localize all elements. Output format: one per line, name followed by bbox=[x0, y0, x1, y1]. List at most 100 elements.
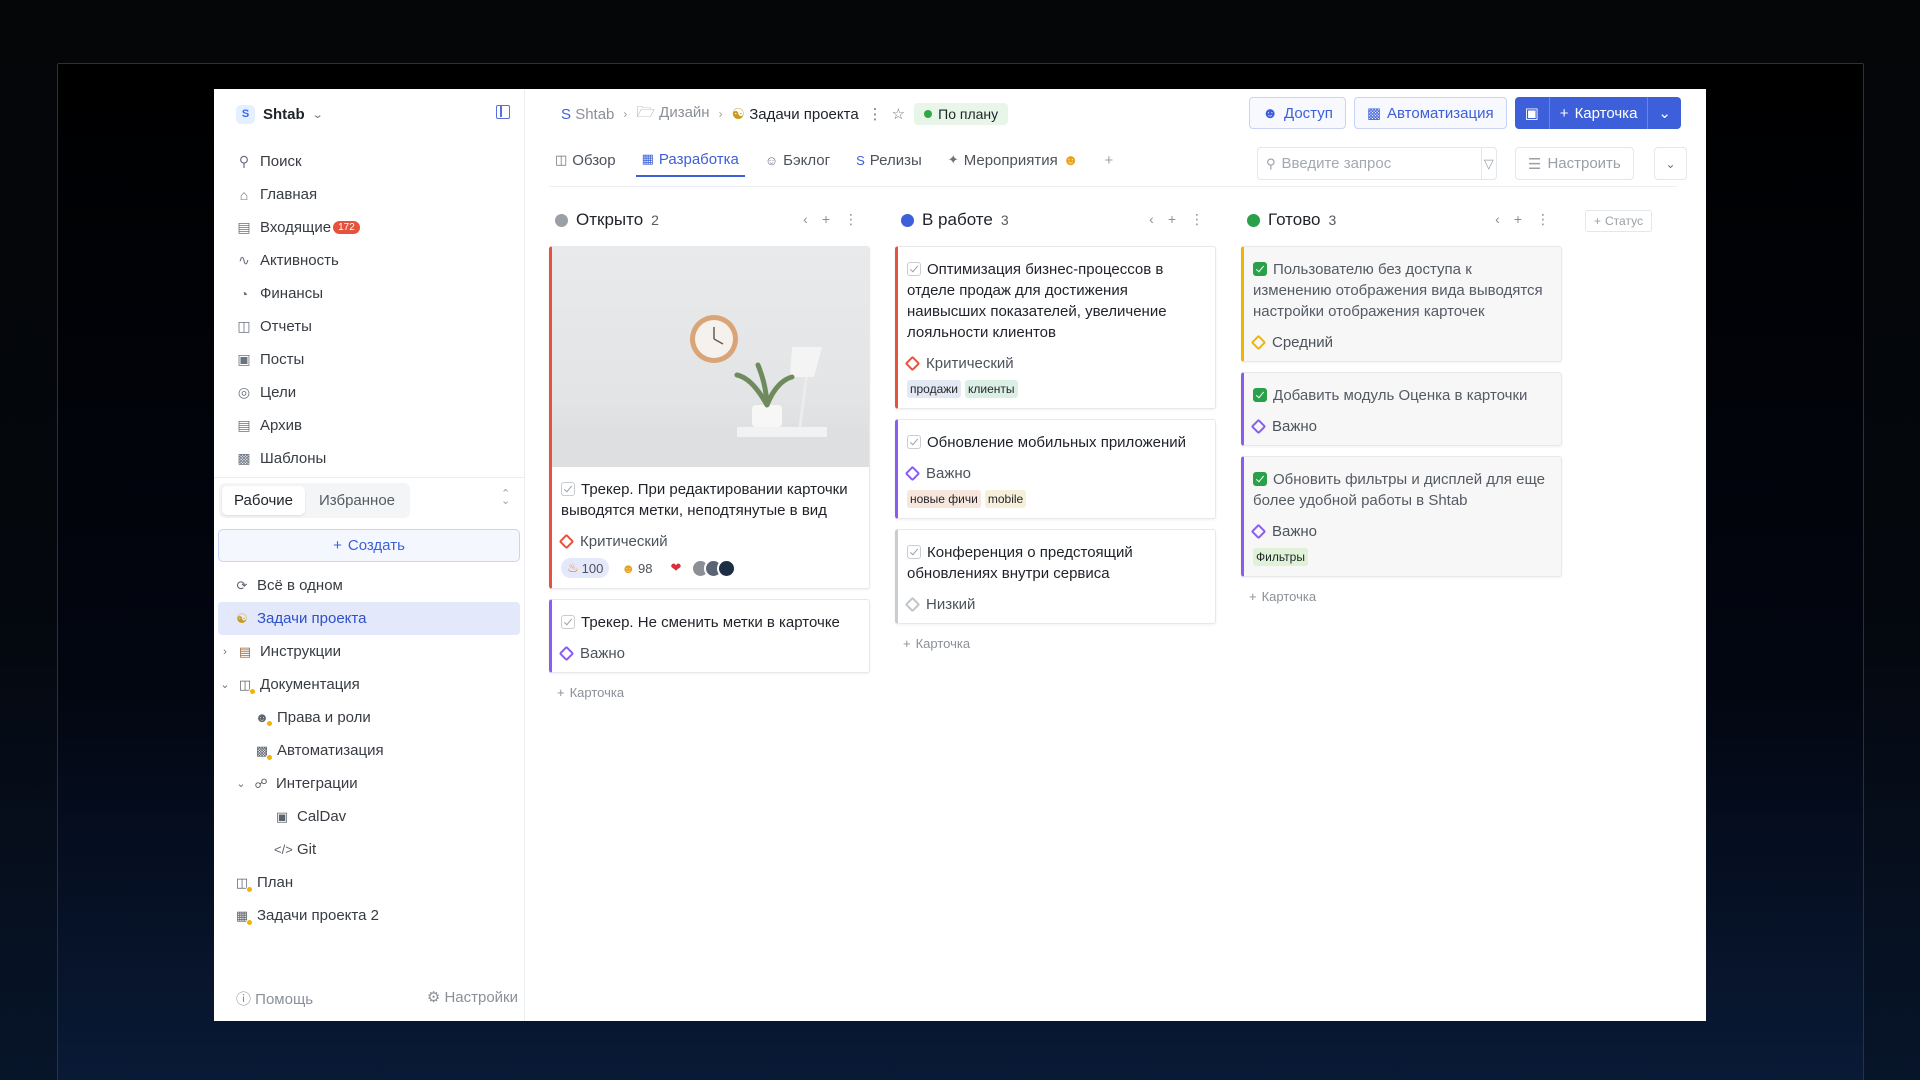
tree-item-documentation[interactable]: ⌄ ◫ Документация bbox=[218, 668, 520, 701]
tree-item-caldav[interactable]: ▣ CalDav bbox=[218, 800, 520, 833]
tree-item-all-in-one[interactable]: ⟳ Всё в одном bbox=[218, 569, 520, 602]
card[interactable]: Трекер. Не сменить метки в карточке Важн… bbox=[549, 599, 870, 673]
checkbox-icon[interactable] bbox=[907, 435, 921, 449]
status-badge[interactable]: По плану bbox=[914, 103, 1009, 125]
tree-item-automation[interactable]: ▩ Автоматизация bbox=[218, 734, 520, 767]
checkbox-checked-icon[interactable] bbox=[1253, 388, 1267, 402]
chevron-left-icon[interactable]: ‹ bbox=[1495, 211, 1500, 228]
card[interactable]: Добавить модуль Оценка в карточки Важно bbox=[1241, 372, 1562, 446]
chevron-left-icon[interactable]: ‹ bbox=[803, 211, 808, 228]
automation-button[interactable]: ▩ Автоматизация bbox=[1353, 97, 1507, 129]
nav-activity[interactable]: ∿ Активность bbox=[228, 244, 512, 277]
assignees[interactable] bbox=[691, 558, 737, 578]
tag[interactable]: mobile bbox=[984, 490, 1027, 508]
checkbox-checked-icon[interactable] bbox=[1253, 472, 1267, 486]
chevron-left-icon[interactable]: ‹ bbox=[1149, 211, 1154, 228]
card[interactable]: Пользователю без доступа к изменению ото… bbox=[1241, 246, 1562, 362]
nav-archive[interactable]: ▤ Архив bbox=[228, 409, 512, 442]
view-tabs: ◫ Обзор ▦ Разработка ☺ Бэклог S Релизы ✦ Меро… bbox=[549, 143, 1119, 177]
more-vertical-icon[interactable]: ⋮ bbox=[868, 105, 883, 123]
collapse-all-icon[interactable]: ⌃ ⌄ bbox=[501, 489, 510, 507]
crumb-design[interactable]: 🗁 Дизайн bbox=[636, 102, 709, 127]
star-icon[interactable]: ☆ bbox=[892, 105, 905, 123]
nav-templates[interactable]: ▩ Шаблоны bbox=[228, 442, 512, 475]
column-status-dot bbox=[555, 213, 568, 227]
nav-label: Цели bbox=[260, 384, 297, 401]
chevron-right-icon[interactable]: › bbox=[220, 646, 230, 658]
tab-development[interactable]: ▦ Разработка bbox=[635, 143, 745, 177]
tag[interactable]: новые фичи bbox=[907, 490, 981, 508]
add-card-button[interactable]: + Карточка bbox=[549, 685, 870, 700]
card-title-text: Трекер. При редактировании карточки выво… bbox=[561, 481, 848, 519]
checkbox-icon[interactable] bbox=[907, 262, 921, 276]
nav-posts[interactable]: ▣ Посты bbox=[228, 343, 512, 376]
tab-backlog[interactable]: ☺ Бэклог bbox=[759, 143, 836, 177]
card[interactable]: Трекер. При редактировании карточки выво… bbox=[549, 246, 870, 589]
tree-item-integrations[interactable]: ⌄ ☍ Интеграции bbox=[218, 767, 520, 800]
card[interactable]: Обновить фильтры и дисплей для еще более… bbox=[1241, 456, 1562, 577]
card-template-button[interactable]: ▣ bbox=[1515, 97, 1550, 129]
nav-home[interactable]: ⌂ Главная bbox=[228, 178, 512, 211]
checkbox-icon[interactable] bbox=[907, 545, 921, 559]
crumb-shtab[interactable]: S Shtab bbox=[561, 106, 614, 123]
nav-label: Архив bbox=[260, 417, 303, 434]
tag[interactable]: продажи bbox=[907, 380, 961, 398]
crumb-current[interactable]: ☯ Задачи проекта bbox=[732, 105, 859, 123]
add-status-button[interactable]: + Статус bbox=[1585, 210, 1652, 232]
plus-icon[interactable]: + bbox=[1168, 211, 1176, 228]
nav-finance[interactable]: ◔ Финансы bbox=[228, 277, 512, 310]
more-vertical-icon[interactable]: ⋮ bbox=[1190, 211, 1204, 228]
plus-icon[interactable]: + bbox=[822, 211, 830, 228]
tree-item-instructions[interactable]: › ▤ Инструкции bbox=[218, 635, 520, 668]
card-title-text: Обновить фильтры и дисплей для еще более… bbox=[1253, 471, 1545, 509]
card[interactable]: Оптимизация бизнес-процессов в отделе пр… bbox=[895, 246, 1216, 409]
nav-reports[interactable]: ◫ Отчеты bbox=[228, 310, 512, 343]
access-button[interactable]: ☻ Доступ bbox=[1249, 97, 1346, 129]
tree-item-plan[interactable]: ◫ План bbox=[218, 866, 520, 899]
checkbox-checked-icon[interactable] bbox=[1253, 262, 1267, 276]
sidebar-toggle-icon[interactable] bbox=[496, 105, 510, 119]
reaction-heart[interactable]: ❤ bbox=[665, 558, 688, 578]
add-card-button[interactable]: + Карточка bbox=[895, 636, 1216, 651]
tree-item-rights-roles[interactable]: ☻ Права и роли bbox=[218, 701, 520, 734]
tree-item-project-tasks[interactable]: ☯ Задачи проекта bbox=[218, 602, 520, 635]
plus-icon[interactable]: + bbox=[1514, 211, 1522, 228]
checkbox-icon[interactable] bbox=[561, 615, 575, 629]
new-card-dropdown[interactable]: ⌄ bbox=[1648, 97, 1681, 129]
nav-inbox[interactable]: ▤ Входящие 172 bbox=[228, 211, 512, 244]
tab-releases[interactable]: S Релизы bbox=[850, 143, 928, 177]
plus-icon: + bbox=[1594, 214, 1602, 228]
chevron-down-icon[interactable]: ⌄ bbox=[220, 678, 230, 691]
more-options-button[interactable]: ⌄ bbox=[1654, 147, 1687, 180]
configure-button[interactable]: ☰ Настроить bbox=[1515, 147, 1634, 180]
card[interactable]: Обновление мобильных приложений Важно но… bbox=[895, 419, 1216, 519]
filter-icon[interactable]: ▽ bbox=[1480, 148, 1496, 179]
workspace-switcher[interactable]: S Shtab ⌄ bbox=[236, 103, 323, 125]
board-icon: ▦ bbox=[641, 151, 654, 166]
tree-item-project-tasks-2[interactable]: ▦ Задачи проекта 2 bbox=[218, 899, 520, 932]
tab-working[interactable]: Рабочие bbox=[222, 486, 305, 515]
settings-link[interactable]: ⚙ Настройки bbox=[427, 988, 518, 1009]
card[interactable]: Конференция о предстоящий обновлениях вн… bbox=[895, 529, 1216, 624]
more-vertical-icon[interactable]: ⋮ bbox=[844, 211, 858, 228]
more-vertical-icon[interactable]: ⋮ bbox=[1536, 211, 1550, 228]
tab-events[interactable]: ✦ Мероприятия ☻ bbox=[942, 143, 1085, 177]
tab-overview[interactable]: ◫ Обзор bbox=[549, 143, 622, 177]
sidebar-footer: ⓘ Помощь ⚙ Настройки bbox=[236, 988, 518, 1009]
add-view-button[interactable]: + bbox=[1099, 143, 1120, 177]
chevron-down-icon[interactable]: ⌄ bbox=[236, 777, 246, 790]
add-card-button[interactable]: + Карточка bbox=[1241, 589, 1562, 604]
new-card-button[interactable]: + Карточка bbox=[1550, 97, 1649, 129]
tag[interactable]: клиенты bbox=[965, 380, 1018, 398]
nav-search[interactable]: ⚲ Поиск bbox=[228, 145, 512, 178]
checkbox-icon[interactable] bbox=[561, 482, 575, 496]
nav-goals[interactable]: ◎ Цели bbox=[228, 376, 512, 409]
create-button[interactable]: + Создать bbox=[218, 529, 520, 562]
tag[interactable]: Фильтры bbox=[1253, 548, 1308, 566]
search-input[interactable] bbox=[1275, 155, 1481, 172]
reaction-scream[interactable]: ☻ 98 bbox=[615, 559, 658, 578]
tree-item-git[interactable]: </> Git bbox=[218, 833, 520, 866]
tab-favorites[interactable]: Избранное bbox=[307, 486, 407, 515]
help-link[interactable]: ⓘ Помощь bbox=[236, 988, 313, 1009]
reaction-fire[interactable]: ♨ 100 bbox=[561, 558, 610, 578]
